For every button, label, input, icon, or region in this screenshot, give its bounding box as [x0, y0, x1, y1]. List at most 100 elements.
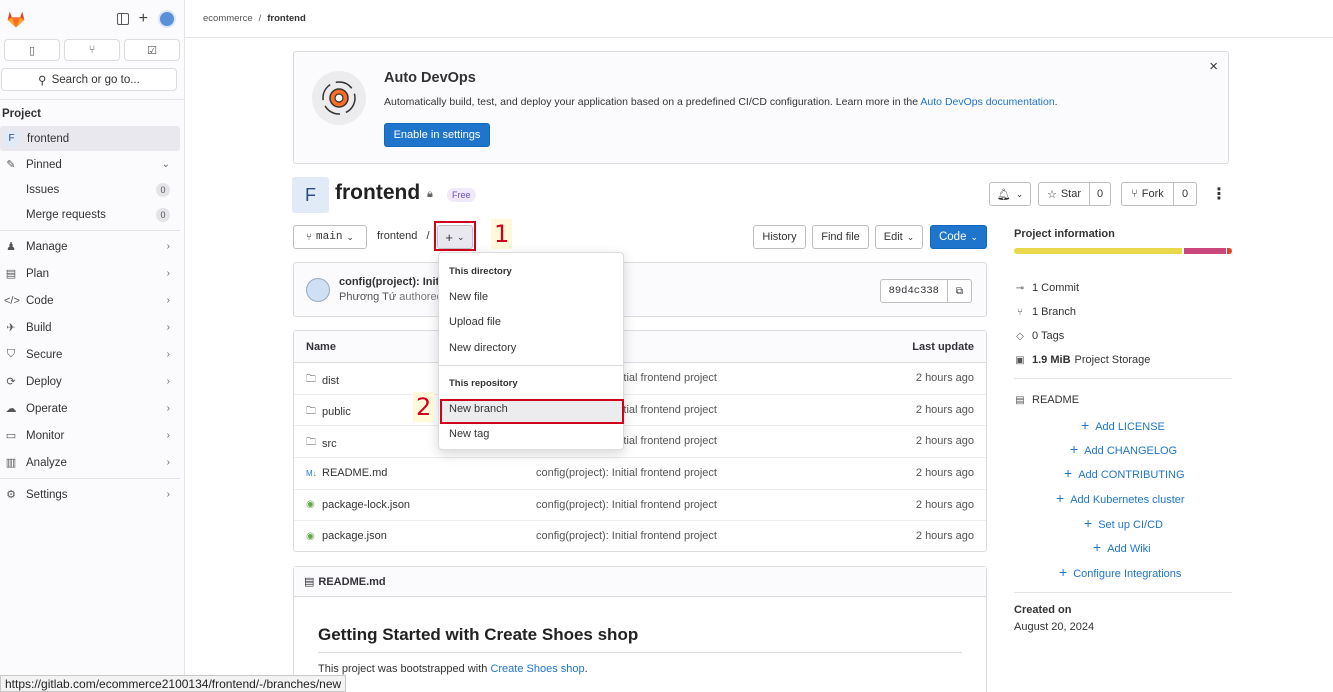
new-branch-menu-item[interactable]: New branch	[449, 403, 508, 415]
history-button[interactable]: History	[753, 225, 806, 249]
sidebar-item-code[interactable]: </> Code ›	[0, 288, 180, 313]
code-dropdown[interactable]: Code ⌄	[930, 225, 987, 249]
sidebar-item-plan[interactable]: ▤ Plan ›	[0, 261, 180, 286]
create-new-icon[interactable]: +	[139, 11, 148, 27]
sidebar-item-analyze[interactable]: ▥ Analyze ›	[0, 450, 180, 475]
upload-file-menu-item[interactable]: Upload file	[449, 316, 501, 328]
sidebar-item-label: Build	[26, 321, 52, 334]
notification-dropdown[interactable]: 🔔︎ ⌄	[989, 182, 1031, 206]
new-tag-menu-item[interactable]: New tag	[449, 428, 489, 440]
section-label: Project	[2, 108, 41, 120]
author-name[interactable]: Phương Tứ	[339, 291, 396, 303]
search-button[interactable]: ⚲ Search or go to...	[1, 68, 177, 91]
star-button[interactable]: ☆ Star	[1038, 182, 1090, 206]
sidebar-item-issues[interactable]: Issues 0	[0, 177, 180, 202]
branches-stat[interactable]: ⑂ 1 Branch	[1014, 306, 1076, 318]
more-actions-icon[interactable]: ⋮	[1211, 184, 1227, 204]
add-wiki-link[interactable]: + Add Wiki	[1093, 539, 1151, 555]
chevron-right-icon: ›	[166, 241, 170, 252]
edit-dropdown[interactable]: Edit ⌄	[875, 225, 923, 249]
add-changelog-link[interactable]: + Add CHANGELOG	[1070, 441, 1177, 457]
auto-devops-docs-link[interactable]: Auto DevOps documentation	[920, 96, 1054, 108]
copy-icon[interactable]: ⧉	[948, 279, 972, 303]
commit-message-cell[interactable]: config(project): Initial frontend projec…	[536, 467, 717, 479]
chevron-right-icon: ›	[166, 295, 170, 306]
readme-filename[interactable]: README.md	[318, 576, 385, 588]
pin-icon: ✎	[6, 159, 16, 171]
repo-root-link[interactable]: frontend	[377, 230, 417, 242]
table-row[interactable]: 🗀︎ src config(project): Initial frontend …	[294, 426, 986, 459]
find-file-button[interactable]: Find file	[812, 225, 869, 249]
file-name-link[interactable]: README.md	[322, 467, 387, 479]
breadcrumb-group-link[interactable]: ecommerce	[203, 13, 253, 24]
this-repository-heading: This repository	[449, 378, 518, 389]
readme-link[interactable]: ▤ README	[1014, 394, 1079, 406]
link-label: Add Kubernetes cluster	[1070, 494, 1185, 506]
sidebar-item-label: Monitor	[26, 429, 65, 442]
table-row[interactable]: 🗀︎ public config(project): Initial fronte…	[294, 395, 986, 427]
tags-stat[interactable]: ◇ 0 Tags	[1014, 330, 1064, 342]
branch-selector[interactable]: ⑂ main ⌄	[293, 225, 367, 249]
file-name-link[interactable]: package-lock.json	[322, 499, 410, 511]
storage-stat[interactable]: ▣ 1.9 MiB Project Storage	[1014, 354, 1150, 366]
merge-requests-shortcut-icon[interactable]: ⑂	[64, 39, 120, 61]
sidebar-item-secure[interactable]: ⛉ Secure ›	[0, 342, 180, 367]
add-kubernetes-link[interactable]: + Add Kubernetes cluster	[1056, 490, 1185, 506]
star-count[interactable]: 0	[1090, 182, 1111, 206]
sidebar-item-project[interactable]: F frontend	[0, 126, 180, 151]
table-row[interactable]: 🗀︎ dist config(project): Initial frontend…	[294, 363, 986, 395]
storage-size: 1.9 MiB	[1032, 354, 1071, 366]
setup-cicd-link[interactable]: + Set up CI/CD	[1084, 515, 1163, 531]
sidebar-item-manage[interactable]: ♟ Manage ›	[0, 234, 180, 259]
sidebar-item-settings[interactable]: ⚙ Settings ›	[0, 482, 180, 507]
collapse-sidebar-icon[interactable]	[116, 13, 129, 25]
enable-in-settings-button[interactable]: Enable in settings	[384, 123, 490, 147]
add-license-link[interactable]: + Add LICENSE	[1081, 417, 1165, 433]
issues-shortcut-icon[interactable]: ▯	[4, 39, 60, 61]
sidebar-item-merge-requests[interactable]: Merge requests 0	[0, 202, 180, 227]
gitlab-logo-icon[interactable]	[6, 9, 26, 29]
sidebar-item-monitor[interactable]: ▭ Monitor ›	[0, 423, 180, 448]
add-contributing-link[interactable]: + Add CONTRIBUTING	[1064, 465, 1185, 481]
code-label: Code	[938, 231, 967, 243]
new-file-menu-item[interactable]: New file	[449, 291, 488, 303]
readme-link-label: README	[1032, 394, 1080, 406]
close-icon[interactable]: ×	[1209, 58, 1218, 75]
file-name-link[interactable]: public	[322, 406, 351, 418]
sidebar-item-operate[interactable]: ☁ Operate ›	[0, 396, 180, 421]
file-name-link[interactable]: src	[322, 438, 337, 450]
rocket-icon: ✈	[6, 322, 16, 334]
sidebar-item-pinned[interactable]: ✎ Pinned ⌄	[0, 152, 180, 177]
commits-stat[interactable]: ⊸ 1 Commit	[1014, 282, 1079, 294]
fork-count[interactable]: 0	[1174, 182, 1197, 206]
devops-gear-icon	[312, 71, 366, 125]
commit-author: Phương Tứ authored	[339, 291, 443, 303]
commit-message[interactable]: config(project): Initi	[339, 276, 442, 288]
sidebar-item-deploy[interactable]: ⟳ Deploy ›	[0, 369, 180, 394]
file-name-link[interactable]: package.json	[322, 530, 387, 542]
todo-shortcut-icon[interactable]: ☑	[124, 39, 180, 61]
fork-button[interactable]: ⑂ Fork	[1121, 182, 1174, 206]
json-file-icon: ◉	[306, 499, 315, 511]
create-shoes-shop-link[interactable]: Create Shoes shop	[490, 663, 584, 675]
sidebar-item-build[interactable]: ✈ Build ›	[0, 315, 180, 340]
table-row[interactable]: ◉ package-lock.json config(project): Init…	[294, 490, 986, 522]
branch-icon: ⑂	[1017, 306, 1023, 318]
file-name-link[interactable]: dist	[322, 375, 339, 387]
breadcrumb-project-link[interactable]: frontend	[267, 13, 306, 24]
merge-requests-count-badge: 0	[156, 207, 170, 222]
sidebar-item-label: Manage	[26, 240, 68, 253]
manage-icon: ♟	[6, 241, 16, 253]
table-row[interactable]: ◉ package.json config(project): Initial f…	[294, 521, 986, 553]
user-avatar[interactable]	[158, 10, 176, 28]
table-header: Name Last update	[294, 331, 986, 363]
commit-sha[interactable]: 89d4c338	[879, 279, 948, 303]
branch-name: main	[316, 231, 343, 243]
table-row[interactable]: M↓ README.md config(project): Initial fro…	[294, 458, 986, 490]
commit-message-cell[interactable]: config(project): Initial frontend projec…	[536, 499, 717, 511]
commits-count: 1 Commit	[1032, 282, 1080, 294]
configure-integrations-link[interactable]: + Configure Integrations	[1059, 564, 1181, 580]
plus-icon: +	[1070, 441, 1079, 457]
commit-message-cell[interactable]: config(project): Initial frontend projec…	[536, 530, 717, 542]
new-directory-menu-item[interactable]: New directory	[449, 342, 516, 354]
